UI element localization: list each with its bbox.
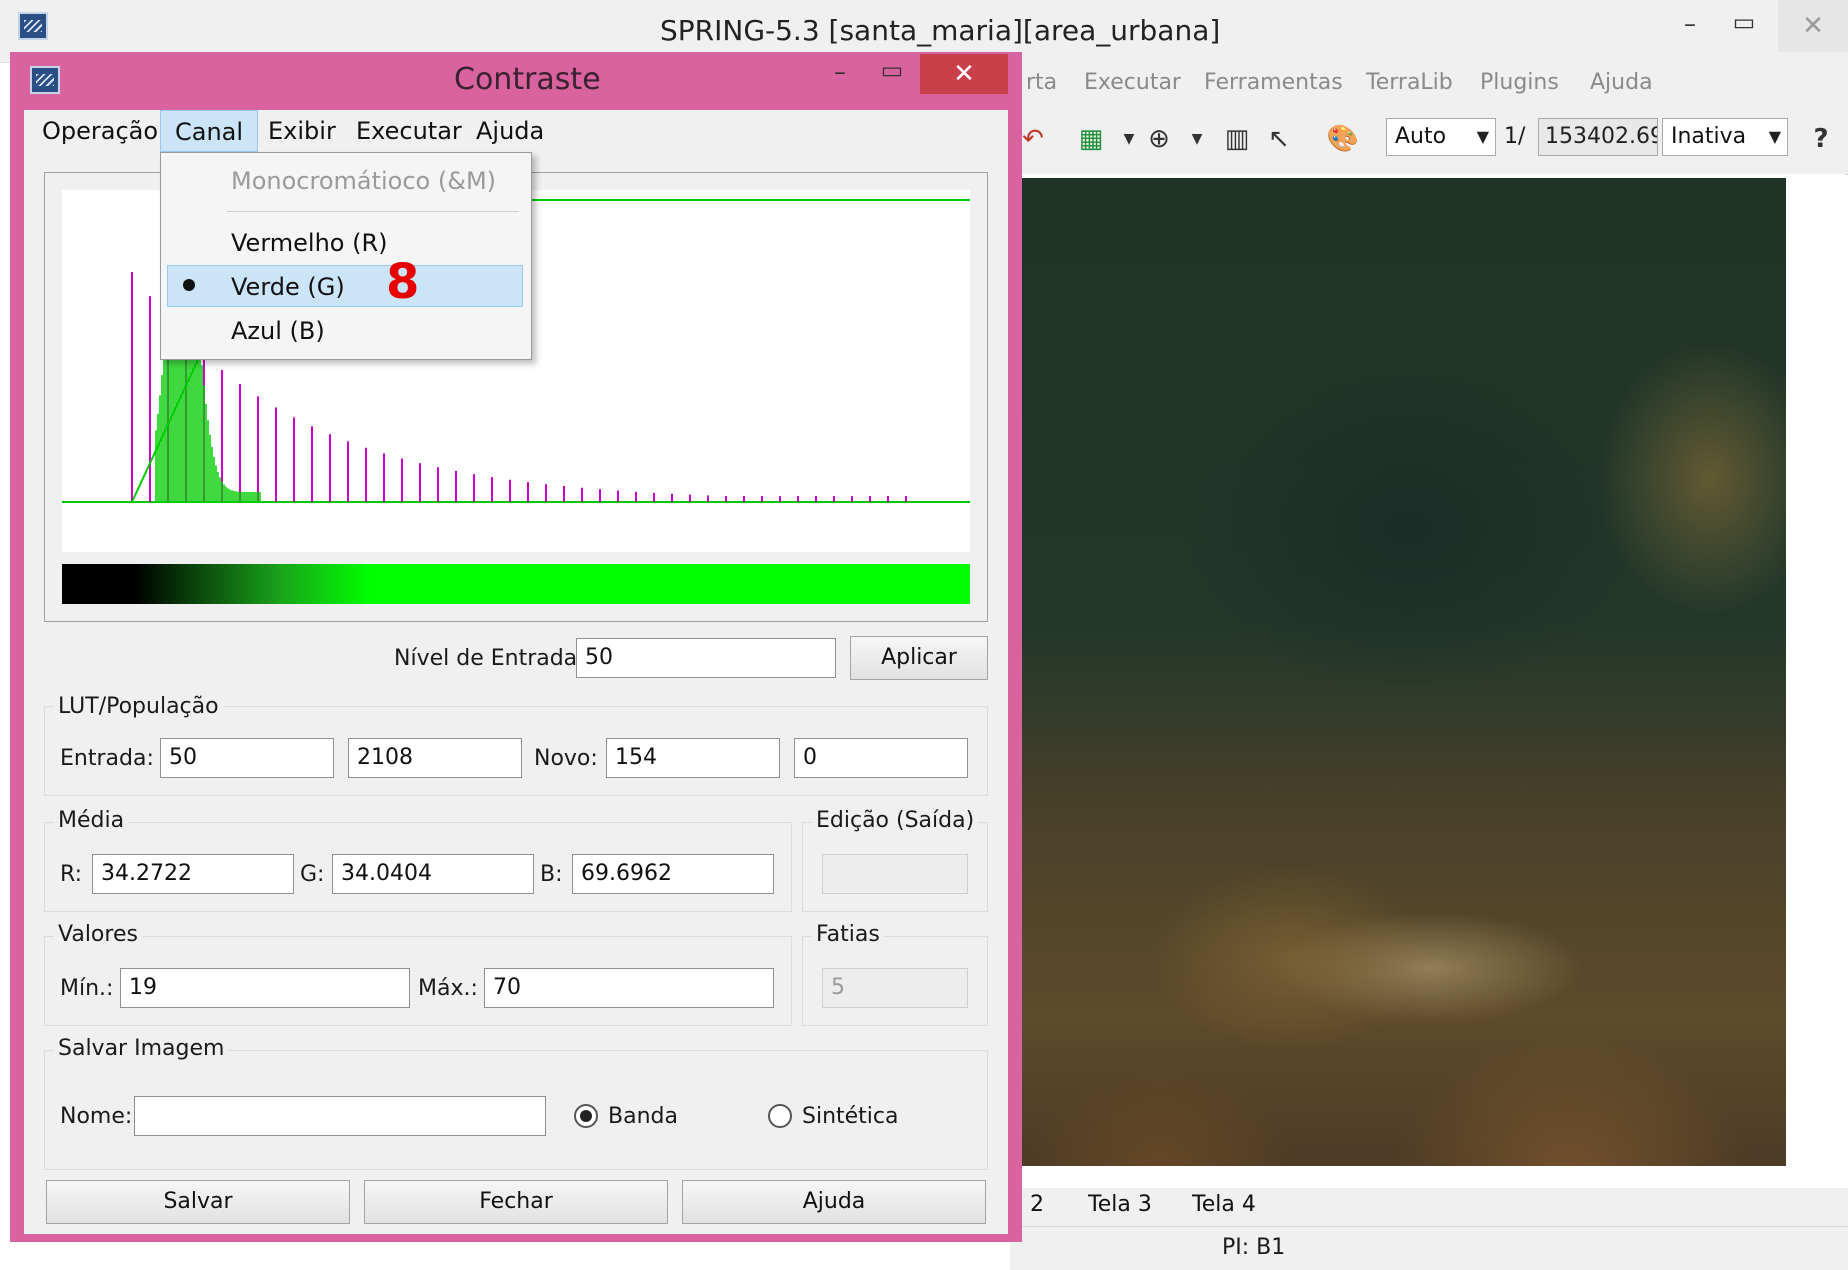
sintetica-radio[interactable] — [768, 1104, 792, 1128]
chevron-down-icon: ▼ — [1476, 127, 1489, 146]
main-menu-plugins[interactable]: Plugins — [1480, 70, 1559, 95]
main-toolbar: ↶ ▦ ▼ ⊕ ▼ ▥ ↖ 🎨 Auto ▼ 1/ 153402.692 Ina… — [1010, 110, 1848, 175]
fechar-button[interactable]: Fechar — [364, 1180, 668, 1224]
layers-icon[interactable]: ▦ — [1074, 122, 1108, 156]
menu-item-azul[interactable]: Azul (B) — [231, 317, 325, 345]
nome-input[interactable] — [134, 1096, 546, 1136]
menu-item-verde[interactable] — [167, 265, 523, 307]
nivel-entrada-label: Nível de Entrada: — [394, 646, 585, 671]
scale-mode-value: Auto — [1395, 124, 1447, 149]
menu-item-monocromatico: Monocromátioco (&M) — [231, 167, 497, 195]
tela-tabs: 2 Tela 3 Tela 4 — [1010, 1188, 1848, 1226]
help-icon[interactable]: ? — [1804, 122, 1838, 156]
min-label: Mín.: — [60, 976, 114, 1001]
dialog-app-icon — [30, 66, 60, 94]
minimize-icon[interactable]: – — [1670, 10, 1710, 46]
salvar-imagem-group-title: Salvar Imagem — [54, 1036, 229, 1061]
chevron-down-icon[interactable]: ▼ — [1180, 122, 1214, 156]
lut-extra-input[interactable]: 0 — [794, 738, 968, 778]
aplicar-button[interactable]: Aplicar — [850, 636, 988, 680]
media-r-label: R: — [60, 862, 83, 887]
dialog-title: Contraste — [454, 62, 601, 97]
lut-entrada-input[interactable]: 50 — [160, 738, 334, 778]
fatias-input: 5 — [822, 968, 968, 1008]
chevron-down-icon[interactable]: ▼ — [1112, 122, 1146, 156]
menu-separator — [227, 211, 519, 212]
tab-tela-4[interactable]: Tela 4 — [1192, 1192, 1256, 1217]
main-window-title: SPRING-5.3 [santa_maria][area_urbana] — [660, 14, 1221, 47]
canal-dropdown-menu: Monocromátioco (&M) Vermelho (R) Verde (… — [160, 152, 532, 360]
scale-input[interactable]: 153402.692 — [1538, 118, 1658, 156]
menu-canal[interactable]: Canal — [160, 110, 259, 152]
nivel-entrada-input[interactable]: 50 — [576, 638, 836, 678]
menu-operacao[interactable]: Operação — [28, 110, 172, 152]
entrada-label: Entrada: — [60, 746, 154, 771]
scale-prefix: 1/ — [1504, 124, 1526, 149]
dialog-maximize-icon[interactable]: ▭ — [872, 56, 912, 92]
main-menubar: rta Executar Ferramentas TerraLib Plugin… — [1010, 62, 1848, 110]
media-group-title: Média — [54, 808, 129, 833]
status-plane: PI: B1 — [1222, 1235, 1286, 1260]
min-input[interactable]: 19 — [120, 968, 410, 1008]
media-b-label: B: — [540, 862, 563, 887]
media-g-input[interactable]: 34.0404 — [332, 854, 534, 894]
menu-item-vermelho[interactable]: Vermelho (R) — [231, 229, 388, 257]
state-select[interactable]: Inativa ▼ — [1662, 118, 1788, 156]
maximize-icon[interactable]: ▭ — [1724, 8, 1764, 44]
lut-novo-input[interactable]: 154 — [606, 738, 780, 778]
main-menu-item[interactable]: rta — [1026, 70, 1057, 95]
chevron-down-icon: ▼ — [1768, 127, 1781, 146]
edicao-group-title: Edição (Saída) — [812, 808, 979, 833]
status-bar: PI: B1 — [1010, 1226, 1848, 1270]
nome-label: Nome: — [60, 1104, 133, 1129]
zoom-icon[interactable]: ⊕ — [1142, 122, 1176, 156]
tab-tela-3[interactable]: Tela 3 — [1088, 1192, 1152, 1217]
banda-radio[interactable] — [574, 1104, 598, 1128]
satellite-image-view[interactable] — [1010, 178, 1786, 1166]
main-menu-ajuda[interactable]: Ajuda — [1590, 70, 1653, 95]
tab-tela-2[interactable]: 2 — [1030, 1192, 1044, 1217]
edicao-input — [822, 854, 968, 894]
media-r-input[interactable]: 34.2722 — [92, 854, 294, 894]
sintetica-label[interactable]: Sintética — [802, 1104, 899, 1129]
main-menu-executar[interactable]: Executar — [1084, 70, 1181, 95]
max-input[interactable]: 70 — [484, 968, 774, 1008]
state-value: Inativa — [1671, 124, 1747, 149]
table-icon[interactable]: ▥ — [1220, 122, 1254, 156]
palette-icon[interactable]: 🎨 — [1326, 122, 1360, 156]
menu-executar[interactable]: Executar — [342, 110, 476, 152]
dialog-close-button[interactable]: ✕ — [920, 54, 1008, 94]
fatias-group-title: Fatias — [812, 922, 884, 947]
dialog-minimize-icon[interactable]: – — [820, 58, 860, 94]
spring-app-icon — [18, 12, 48, 40]
valores-group-title: Valores — [54, 922, 142, 947]
main-menu-ferramentas[interactable]: Ferramentas — [1204, 70, 1343, 95]
pointer-icon[interactable]: ↖ — [1262, 122, 1296, 156]
lut-group-title: LUT/População — [54, 694, 223, 719]
menu-ajuda[interactable]: Ajuda — [462, 110, 558, 152]
ajuda-button[interactable]: Ajuda — [682, 1180, 986, 1224]
step-annotation: 8 — [386, 254, 420, 310]
max-label: Máx.: — [418, 976, 478, 1001]
contrast-gradient-bar — [62, 564, 970, 604]
main-menu-terralib[interactable]: TerraLib — [1366, 70, 1453, 95]
main-close-button[interactable]: ✕ — [1778, 0, 1848, 52]
scale-mode-select[interactable]: Auto ▼ — [1386, 118, 1496, 156]
banda-label[interactable]: Banda — [608, 1104, 678, 1129]
menu-item-verde-label[interactable]: Verde (G) — [231, 273, 345, 301]
selected-bullet-icon — [183, 279, 195, 291]
media-b-input[interactable]: 69.6962 — [572, 854, 774, 894]
lut-populacao-input[interactable]: 2108 — [348, 738, 522, 778]
menu-exibir[interactable]: Exibir — [254, 110, 350, 152]
salvar-button[interactable]: Salvar — [46, 1180, 350, 1224]
novo-label: Novo: — [534, 746, 598, 771]
media-g-label: G: — [300, 862, 325, 887]
